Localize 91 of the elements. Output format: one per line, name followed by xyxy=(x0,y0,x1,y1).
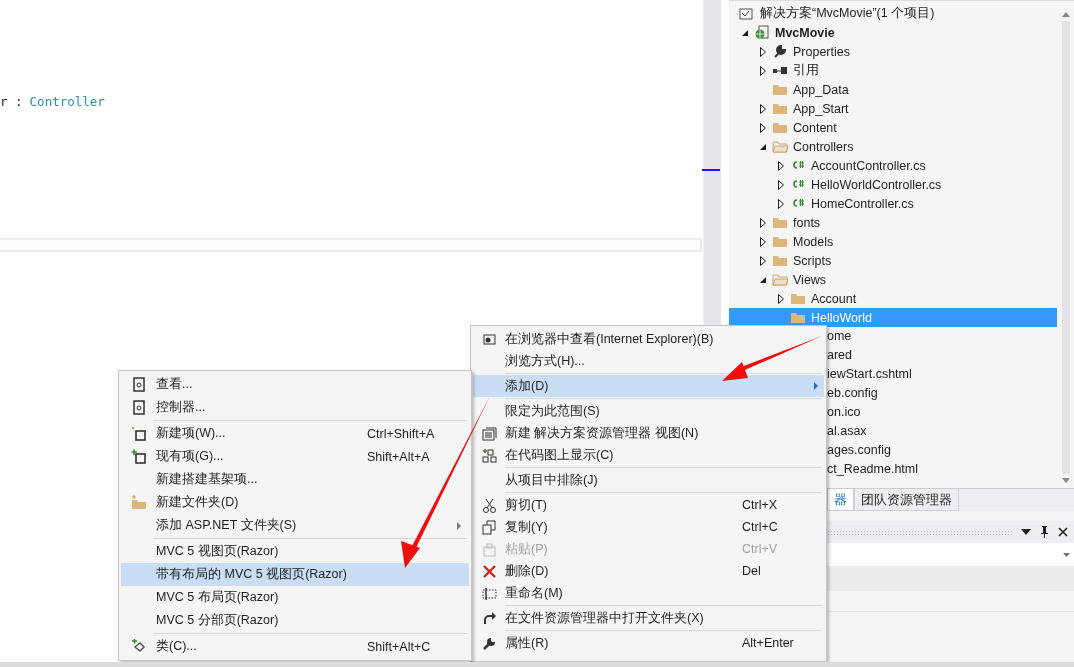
menu-item[interactable]: 新建搭建基架项... xyxy=(121,468,469,491)
caret-position-mark xyxy=(702,169,720,171)
tree-item[interactable]: 解决方案“MvcMovie”(1 个项目) xyxy=(729,4,1057,23)
tree-item[interactable]: Models xyxy=(729,232,1057,251)
clipboard-icon xyxy=(481,541,497,557)
add-item-icon xyxy=(131,449,146,464)
tree-item[interactable]: App_Data xyxy=(729,80,1057,99)
menu-item[interactable]: 查看... xyxy=(121,373,469,396)
tree-item[interactable]: eb.config xyxy=(827,384,1057,403)
menu-item[interactable]: 新建项(W)... Ctrl+Shift+A xyxy=(121,422,469,445)
expand-arrow-icon[interactable] xyxy=(760,103,766,114)
shortcut-text: Del xyxy=(742,564,761,578)
scroll-up-icon[interactable] xyxy=(1060,11,1071,17)
document-icon xyxy=(131,377,146,392)
rename-icon xyxy=(481,585,497,601)
open-folder-icon xyxy=(772,271,788,288)
menu-item[interactable]: 现有项(G)... Shift+Alt+A xyxy=(121,445,469,468)
open-folder-icon xyxy=(772,138,788,155)
menu-item[interactable]: MVC 5 视图页(Razor) xyxy=(121,540,469,563)
shortcut-text: Alt+Enter xyxy=(742,636,794,650)
expand-arrow-icon[interactable] xyxy=(760,236,766,247)
expand-arrow-icon[interactable] xyxy=(778,179,784,190)
class-icon xyxy=(131,639,146,654)
solution-icon xyxy=(739,5,755,22)
redo-icon xyxy=(481,610,497,626)
expand-arrow-icon[interactable] xyxy=(760,217,766,228)
menu-item[interactable]: 控制器... xyxy=(121,396,469,419)
tree-item[interactable]: Controllers xyxy=(729,137,1057,156)
shortcut-text: Ctrl+C xyxy=(742,520,778,534)
expand-arrow-icon[interactable] xyxy=(778,160,784,171)
expand-arrow-icon[interactable] xyxy=(760,122,766,133)
document-icon xyxy=(131,400,146,415)
dropdown-icon[interactable] xyxy=(1021,529,1031,535)
tree-item[interactable]: HomeController.cs xyxy=(729,194,1057,213)
tree-item[interactable]: ared xyxy=(827,346,1057,365)
shortcut-text: Ctrl+Shift+A xyxy=(367,426,435,441)
expand-arrow-icon[interactable] xyxy=(778,293,784,304)
tree-item[interactable]: HelloWorldController.cs xyxy=(729,175,1057,194)
tree-item[interactable]: 引用 xyxy=(729,61,1057,80)
tree-item[interactable]: iewStart.cshtml xyxy=(827,365,1057,384)
tree-item[interactable]: Content xyxy=(729,118,1057,137)
expand-arrow-icon[interactable] xyxy=(760,65,766,76)
expand-arrow-icon[interactable] xyxy=(760,46,766,57)
tree-item[interactable]: Scripts xyxy=(729,251,1057,270)
menu-item[interactable]: 新建文件夹(D) xyxy=(121,491,469,514)
panel-tab[interactable]: 团队资源管理器 xyxy=(854,489,959,511)
tree-item[interactable]: on.ico xyxy=(827,403,1057,422)
menu-item[interactable]: MVC 5 分部页(Razor) xyxy=(121,609,469,632)
expand-arrow-icon[interactable] xyxy=(778,198,784,209)
tree-item[interactable]: AccountController.cs xyxy=(729,156,1057,175)
tree-item[interactable]: MvcMovie xyxy=(729,23,1057,42)
wrench-icon xyxy=(772,43,788,60)
menu-item[interactable]: MVC 5 布局页(Razor) xyxy=(121,586,469,609)
tree-item[interactable]: ages.config xyxy=(827,441,1057,460)
tree-item[interactable]: Account xyxy=(729,289,1057,308)
new-folder-icon xyxy=(131,495,146,510)
collapse-arrow-icon[interactable] xyxy=(759,275,767,284)
new-item-icon xyxy=(131,426,146,441)
tree-item[interactable]: Views xyxy=(729,270,1057,289)
tree-item[interactable]: ome xyxy=(827,327,1057,346)
new-view-icon xyxy=(481,425,497,441)
dropdown-icon xyxy=(1063,552,1070,557)
shortcut-text: Shift+Alt+A xyxy=(367,449,430,464)
tree-item[interactable]: fonts xyxy=(729,213,1057,232)
copy-icon xyxy=(481,519,497,535)
code-text: Controller xyxy=(29,94,105,111)
collapse-arrow-icon[interactable] xyxy=(741,28,749,37)
shortcut-text: Ctrl+V xyxy=(742,542,778,556)
shortcut-text: Shift+Alt+C xyxy=(367,639,431,654)
menu-item[interactable]: 类(C)... Shift+Alt+C xyxy=(121,635,469,658)
scroll-down-icon[interactable] xyxy=(1060,478,1071,484)
tree-item[interactable]: ct_Readme.html xyxy=(827,460,1057,479)
expand-arrow-icon[interactable] xyxy=(760,255,766,266)
tree-item[interactable]: App_Start xyxy=(729,99,1057,118)
code-text: r : xyxy=(0,94,23,111)
tree-item[interactable]: al.asax xyxy=(827,422,1057,441)
scissors-icon xyxy=(481,497,497,513)
menu-item[interactable]: 添加(D) xyxy=(473,375,824,397)
panel-tab[interactable]: 器 xyxy=(827,489,854,511)
pin-icon[interactable] xyxy=(1040,526,1049,538)
menu-item[interactable]: 带有布局的 MVC 5 视图页(Razor) xyxy=(121,563,469,586)
tree-item[interactable]: Properties xyxy=(729,42,1057,61)
globe-icon xyxy=(754,24,770,41)
browser-icon xyxy=(481,331,497,347)
close-icon[interactable] xyxy=(1058,527,1068,537)
collapse-arrow-icon[interactable] xyxy=(759,142,767,151)
shortcut-text: Ctrl+X xyxy=(742,498,778,512)
diagram-icon xyxy=(481,447,497,463)
wrench-icon xyxy=(481,635,497,651)
menu-item[interactable]: 添加 ASP.NET 文件夹(S) xyxy=(121,514,469,537)
delete-icon xyxy=(481,563,497,579)
